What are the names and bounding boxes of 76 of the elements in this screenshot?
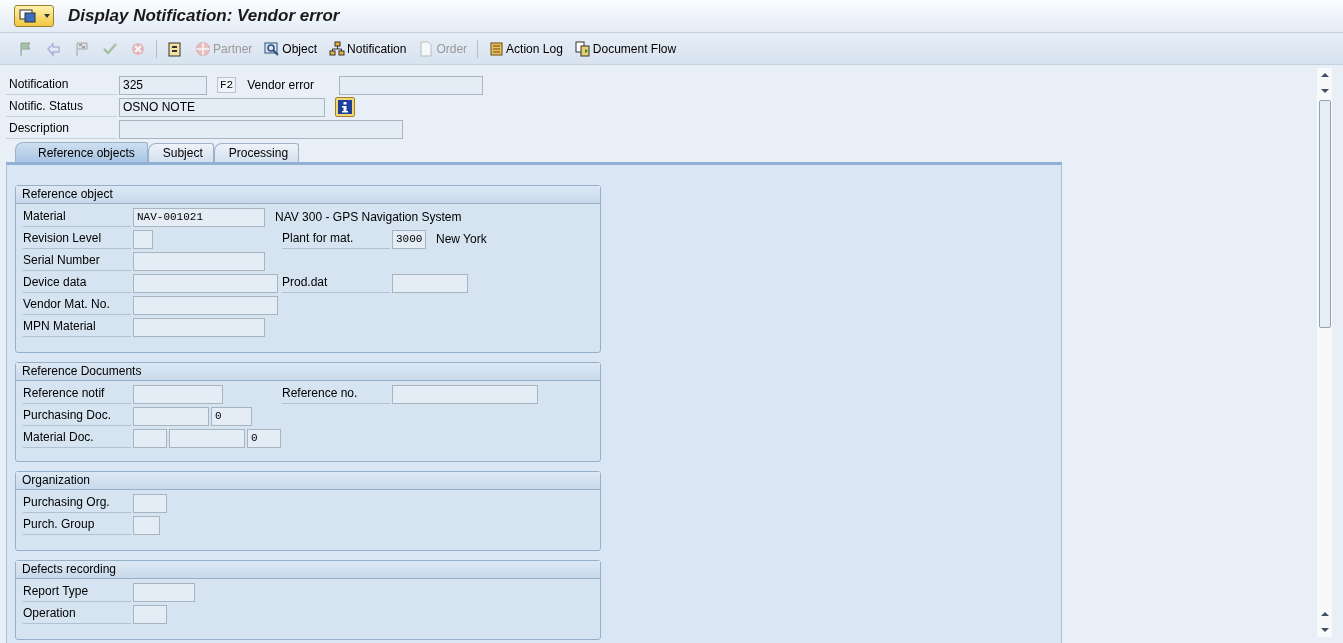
- field-label: Material: [23, 207, 131, 227]
- caret-icon: [43, 13, 50, 19]
- field-label: Prod.dat: [282, 273, 390, 293]
- screen-icon: [18, 9, 37, 23]
- field-label: Purch. Group: [23, 515, 131, 535]
- field-label: MPN Material: [23, 317, 131, 337]
- field-label: Description: [6, 119, 117, 139]
- tab[interactable]: Reference objects: [15, 142, 148, 162]
- input-field[interactable]: 0: [211, 406, 252, 426]
- back-arrow-icon: [46, 40, 62, 57]
- input-field[interactable]: NAV-001021: [133, 207, 265, 227]
- toolbar-button[interactable]: Document Flow: [570, 38, 681, 59]
- input-field[interactable]: 0: [247, 428, 281, 448]
- field-label: Purchasing Doc.: [23, 406, 131, 426]
- field-label: Notification: [6, 75, 117, 95]
- group-title: Defects recording: [16, 561, 600, 579]
- tab[interactable]: Subject: [147, 143, 214, 162]
- input-field[interactable]: [133, 428, 167, 448]
- field-label: Vendor error: [247, 78, 314, 92]
- group-title: Reference object: [16, 186, 600, 204]
- toolbar-button[interactable]: Notification: [325, 38, 411, 59]
- field-label: Reference notif: [23, 384, 131, 404]
- checkered-flag-icon: [74, 40, 90, 57]
- field-label: Revision Level: [23, 229, 131, 249]
- input-field[interactable]: [133, 295, 278, 315]
- scroll-icon: [488, 40, 505, 57]
- input-field[interactable]: [133, 515, 160, 535]
- input-field[interactable]: [392, 273, 468, 293]
- field-label: Notific. Status: [6, 97, 117, 117]
- cancel-icon: [130, 40, 146, 57]
- field-label: Reference no.: [282, 384, 390, 404]
- document-icon: [167, 40, 183, 57]
- input-field[interactable]: [133, 384, 223, 404]
- info-icon: [338, 100, 352, 114]
- input-field[interactable]: [133, 251, 265, 271]
- hierarchy-icon: [329, 40, 346, 57]
- input-field[interactable]: [133, 493, 167, 513]
- info-button[interactable]: [335, 97, 355, 117]
- input-field[interactable]: [133, 604, 167, 624]
- input-field[interactable]: [133, 406, 209, 426]
- flag-icon: [18, 40, 34, 57]
- menu-button[interactable]: [14, 5, 54, 27]
- input-field[interactable]: [133, 273, 278, 293]
- scroll-bar[interactable]: [1317, 68, 1332, 637]
- page-icon: [418, 40, 435, 57]
- field-label: Device data: [23, 273, 131, 293]
- field-label: Material Doc.: [23, 428, 131, 448]
- input-field[interactable]: [169, 428, 245, 448]
- input-field[interactable]: [133, 317, 265, 337]
- description-text: New York: [436, 232, 487, 246]
- toolbar-button[interactable]: Action Log: [484, 38, 567, 59]
- vendor-error-field[interactable]: [338, 75, 483, 95]
- document-flow-icon: [574, 40, 591, 57]
- description-text: NAV 300 - GPS Navigation System: [275, 210, 462, 224]
- field-label: Serial Number: [23, 251, 131, 271]
- group-title: Organization: [16, 472, 600, 490]
- field-label: Report Type: [23, 582, 131, 602]
- group-title: Reference Documents: [16, 363, 600, 381]
- field-label: Plant for mat.: [282, 229, 390, 249]
- field-label: Vendor Mat. No.: [23, 295, 131, 315]
- notification-field[interactable]: 325: [119, 75, 207, 95]
- tab[interactable]: Processing: [213, 143, 300, 162]
- status-field[interactable]: OSNO NOTE: [119, 97, 325, 117]
- window-title: Display Notification: Vendor error: [68, 6, 340, 26]
- key-field: F2: [217, 77, 237, 93]
- description-field[interactable]: [119, 119, 403, 139]
- field-label: Purchasing Org.: [23, 493, 131, 513]
- partner-icon: [195, 40, 211, 57]
- field-label: Operation: [23, 604, 131, 624]
- input-field[interactable]: [133, 229, 153, 249]
- magnifier-icon: [264, 40, 281, 57]
- scroll-thumb[interactable]: [1318, 100, 1331, 328]
- input-field[interactable]: 3000: [392, 229, 426, 249]
- input-field[interactable]: [392, 384, 538, 404]
- input-field[interactable]: [133, 582, 195, 602]
- toolbar-button[interactable]: Object: [260, 38, 322, 59]
